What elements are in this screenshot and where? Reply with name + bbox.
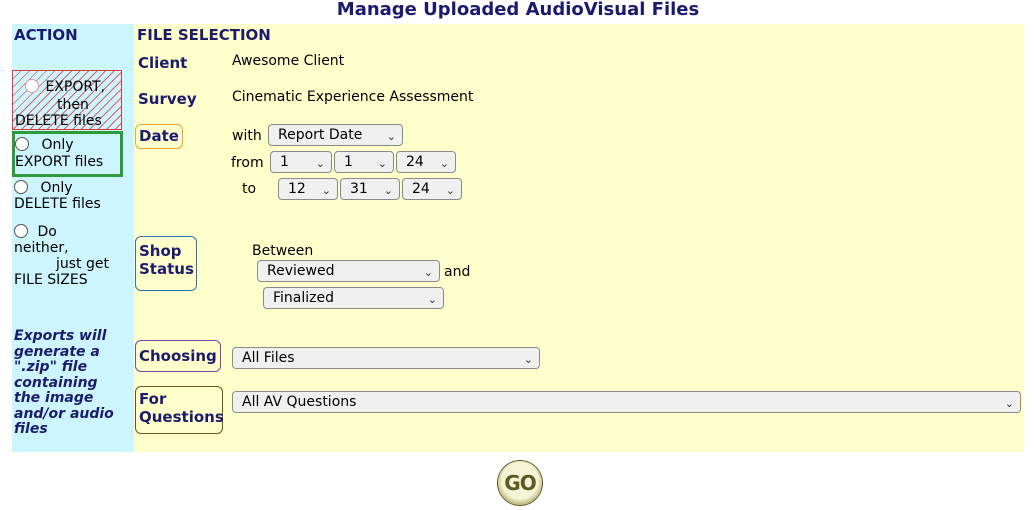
option-label: then xyxy=(57,97,89,113)
option-label: neither, xyxy=(14,240,69,256)
chevron-down-icon: ⌄ xyxy=(523,353,533,366)
chevron-down-icon: ⌄ xyxy=(427,293,437,306)
shop-status-tag: Shop Status xyxy=(135,236,197,291)
file-selection-header: FILE SELECTION xyxy=(137,26,271,44)
radio-export-only[interactable]: Only EXPORT files xyxy=(12,131,123,177)
chevron-down-icon: ⌄ xyxy=(439,157,449,170)
action-panel: ACTION EXPORT, then DELETE files Only EX… xyxy=(12,24,134,452)
option-label: EXPORT, xyxy=(45,79,106,95)
option-label: DELETE files xyxy=(15,113,102,129)
radio-export-then-delete[interactable]: EXPORT, then DELETE files xyxy=(12,70,122,130)
shop-status-label: Shop xyxy=(139,242,182,260)
export-note: Exports will generate a ".zip" file cont… xyxy=(14,328,132,438)
questions-label: Questions xyxy=(139,408,224,426)
survey-value: Cinematic Experience Assessment xyxy=(232,89,474,105)
choosing-select[interactable]: All Files ⌄ xyxy=(232,347,540,369)
from-day-value: 1 xyxy=(344,154,353,170)
note-line: files xyxy=(14,421,48,437)
client-value: Awesome Client xyxy=(232,53,345,69)
chevron-down-icon: ⌄ xyxy=(445,184,455,197)
questions-label: For xyxy=(139,390,167,408)
go-button[interactable]: GO xyxy=(498,461,542,505)
questions-select[interactable]: All AV Questions ⌄ xyxy=(232,391,1021,413)
note-line: Exports will xyxy=(14,328,107,344)
radio-file-sizes[interactable]: Do neither, just get FILE SIZES xyxy=(14,224,132,288)
note-line: the image xyxy=(14,390,94,406)
survey-label: Survey xyxy=(138,90,197,108)
to-month-select[interactable]: 12 ⌄ xyxy=(278,178,338,200)
chevron-down-icon: ⌄ xyxy=(386,130,396,143)
status-from-value: Reviewed xyxy=(267,263,335,279)
choosing-value: All Files xyxy=(242,350,295,366)
option-label: Only xyxy=(41,137,74,153)
to-day-value: 31 xyxy=(350,181,368,197)
radio-circle-icon[interactable] xyxy=(25,79,39,93)
date-with-text: with xyxy=(232,128,262,144)
from-day-select[interactable]: 1 ⌄ xyxy=(334,151,394,173)
from-year-value: 24 xyxy=(406,154,424,170)
between-text: Between xyxy=(252,243,314,259)
page-title: Manage Uploaded AudioVisual Files xyxy=(336,0,700,20)
option-label: FILE SIZES xyxy=(14,272,88,288)
from-month-value: 1 xyxy=(280,154,289,170)
chevron-down-icon: ⌄ xyxy=(315,157,325,170)
from-month-select[interactable]: 1 ⌄ xyxy=(270,151,332,173)
option-label: just get xyxy=(56,256,109,272)
option-label: Do xyxy=(37,224,57,240)
questions-value: All AV Questions xyxy=(242,394,357,410)
date-field-select[interactable]: Report Date ⌄ xyxy=(268,124,403,146)
date-tag: Date xyxy=(135,124,183,149)
date-field-value: Report Date xyxy=(278,127,363,143)
radio-circle-icon[interactable] xyxy=(14,180,28,194)
go-label: GO xyxy=(504,471,536,495)
shop-status-label: Status xyxy=(139,260,194,278)
radio-circle-icon[interactable] xyxy=(15,137,29,151)
to-month-value: 12 xyxy=(288,181,306,197)
and-text: and xyxy=(444,264,471,280)
from-year-select[interactable]: 24 ⌄ xyxy=(396,151,456,173)
chevron-down-icon: ⌄ xyxy=(1004,397,1014,410)
radio-delete-only[interactable]: Only DELETE files xyxy=(14,180,124,212)
option-label: DELETE files xyxy=(14,196,101,212)
choosing-tag: Choosing xyxy=(135,340,221,372)
chevron-down-icon: ⌄ xyxy=(383,184,393,197)
chevron-down-icon: ⌄ xyxy=(321,184,331,197)
note-line: and/or audio xyxy=(14,405,114,422)
date-from-text: from xyxy=(231,155,264,171)
status-to-value: Finalized xyxy=(273,290,335,306)
note-line: ".zip" file xyxy=(14,359,88,375)
status-from-select[interactable]: Reviewed ⌄ xyxy=(257,260,440,282)
chevron-down-icon: ⌄ xyxy=(377,157,387,170)
date-to-text: to xyxy=(242,181,257,197)
action-header: ACTION xyxy=(14,26,78,44)
option-label: Only xyxy=(40,180,73,196)
file-selection-panel: FILE SELECTION Client Awesome Client Sur… xyxy=(134,24,1024,452)
questions-tag: For Questions xyxy=(135,386,224,434)
client-label: Client xyxy=(138,54,188,72)
option-label: EXPORT files xyxy=(15,154,104,170)
chevron-down-icon: ⌄ xyxy=(423,266,433,279)
to-day-select[interactable]: 31 ⌄ xyxy=(340,178,400,200)
to-year-select[interactable]: 24 ⌄ xyxy=(402,178,462,200)
note-line: generate a xyxy=(14,343,100,360)
to-year-value: 24 xyxy=(412,181,430,197)
status-to-select[interactable]: Finalized ⌄ xyxy=(263,287,444,309)
note-line: containing xyxy=(14,374,98,391)
radio-circle-icon[interactable] xyxy=(14,224,28,238)
